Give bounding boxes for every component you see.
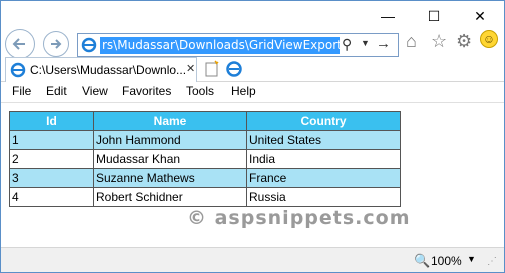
menu-favorites[interactable]: Favorites xyxy=(122,84,171,98)
page-content: Id Name Country 1 John Hammond United St… xyxy=(1,102,504,247)
zoom-level[interactable]: 100% xyxy=(431,254,462,268)
header-id: Id xyxy=(9,111,94,131)
ie-quick-tab-icon[interactable] xyxy=(225,60,243,78)
back-button[interactable] xyxy=(5,29,35,59)
cell-id: 4 xyxy=(9,187,94,207)
menu-bar: File Edit View Favorites Tools Help xyxy=(1,82,504,102)
smiley-icon[interactable]: ☺ xyxy=(480,30,498,48)
forward-button[interactable] xyxy=(43,31,69,57)
home-icon[interactable]: ⌂ xyxy=(406,31,417,52)
table-row: 1 John Hammond United States xyxy=(9,130,401,150)
ie-page-icon xyxy=(81,37,97,53)
table-row: 3 Suzanne Mathews France xyxy=(9,168,401,188)
header-name: Name xyxy=(93,111,247,131)
cell-id: 1 xyxy=(9,130,94,150)
navigation-row: rs\Mudassar\Downloads\GridViewExport.htm… xyxy=(1,27,504,59)
star-icon[interactable]: ☆ xyxy=(431,31,447,52)
header-country: Country xyxy=(246,111,401,131)
ie-tab-icon xyxy=(10,62,26,78)
cell-name: Mudassar Khan xyxy=(93,149,247,169)
tab-current[interactable]: C:\Users\Mudassar\Downlo... ✕ xyxy=(5,57,197,82)
cell-country: Russia xyxy=(246,187,401,207)
table-row: 4 Robert Schidner Russia xyxy=(9,187,401,207)
resize-grip-icon[interactable]: ⋰ xyxy=(487,256,497,267)
tab-row: C:\Users\Mudassar\Downlo... ✕ xyxy=(1,56,504,82)
tab-close-icon[interactable]: ✕ xyxy=(186,62,195,75)
menu-view[interactable]: View xyxy=(82,84,108,98)
status-bar: 🔍 100% ▼ ⋰ xyxy=(1,247,504,272)
browser-window: — ☐ ✕ rs\Mudassar\Downloads\GridViewExpo… xyxy=(0,0,505,273)
cell-country: United States xyxy=(246,130,401,150)
back-arrow-icon xyxy=(12,38,25,50)
search-icon[interactable]: ⚲ xyxy=(342,36,352,53)
cell-country: India xyxy=(246,149,401,169)
zoom-dropdown-icon[interactable]: ▼ xyxy=(467,254,476,264)
watermark-text: © aspsnippets.com xyxy=(187,207,411,229)
address-input[interactable]: rs\Mudassar\Downloads\GridViewExport.htm xyxy=(100,37,340,54)
cell-name: John Hammond xyxy=(93,130,247,150)
dropdown-arrow-icon[interactable]: ▼ xyxy=(361,38,370,48)
gridview-table: Id Name Country 1 John Hammond United St… xyxy=(9,111,401,207)
table-row: 2 Mudassar Khan India xyxy=(9,149,401,169)
menu-file[interactable]: File xyxy=(12,84,31,98)
refresh-arrow-icon[interactable]: → xyxy=(376,35,391,52)
forward-arrow-icon xyxy=(51,39,62,49)
menu-tools[interactable]: Tools xyxy=(186,84,214,98)
cell-name: Robert Schidner xyxy=(93,187,247,207)
new-tab-icon[interactable] xyxy=(203,60,221,78)
zoom-icon[interactable]: 🔍 xyxy=(414,253,430,269)
gear-icon[interactable]: ⚙ xyxy=(456,31,472,52)
table-header-row: Id Name Country xyxy=(9,111,401,131)
cell-id: 3 xyxy=(9,168,94,188)
cell-id: 2 xyxy=(9,149,94,169)
cell-country: France xyxy=(246,168,401,188)
address-bar[interactable]: rs\Mudassar\Downloads\GridViewExport.htm… xyxy=(77,33,399,57)
menu-help[interactable]: Help xyxy=(231,84,256,98)
cell-name: Suzanne Mathews xyxy=(93,168,247,188)
menu-edit[interactable]: Edit xyxy=(46,84,67,98)
tab-label: C:\Users\Mudassar\Downlo... xyxy=(30,63,187,77)
